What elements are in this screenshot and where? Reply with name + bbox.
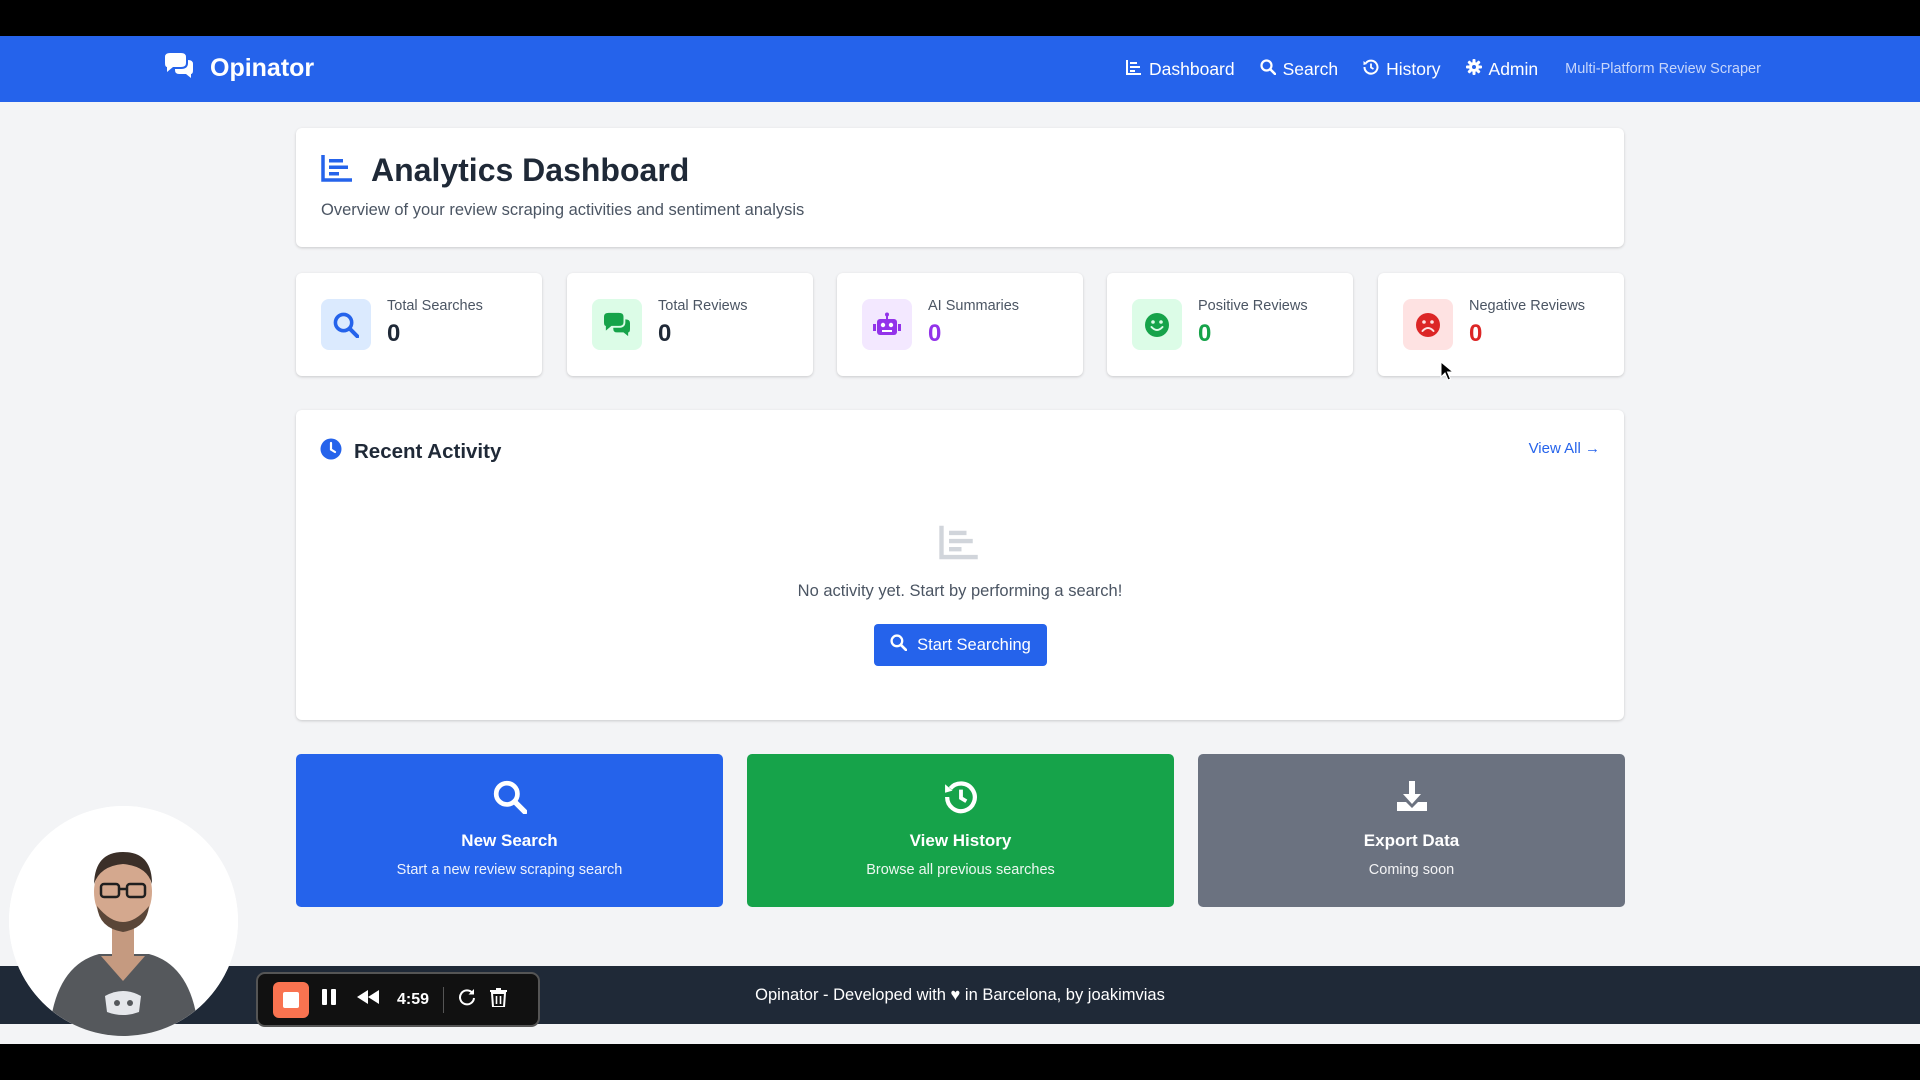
recorder-toolbar: 4:59 [256,972,540,1027]
stat-negative-reviews: Negative Reviews 0 [1378,273,1624,376]
start-searching-button[interactable]: Start Searching [874,624,1047,666]
nav-dashboard-label: Dashboard [1149,58,1235,79]
comments-icon [592,299,642,350]
stat-value: 0 [928,320,942,347]
action-subtitle: Coming soon [1368,862,1455,878]
start-searching-label: Start Searching [917,635,1031,654]
trash-icon [490,987,508,1012]
history-icon [1363,59,1379,80]
nav-admin[interactable]: Admin [1465,58,1539,80]
restart-icon [458,988,476,1011]
empty-state-text: No activity yet. Start by performing a s… [797,582,1123,600]
frown-icon [1403,299,1453,350]
search-icon [890,634,908,656]
stat-label: Negative Reviews [1469,298,1586,314]
stat-label: Total Reviews [658,298,748,314]
download-icon [1198,780,1625,814]
export-data-card[interactable]: Export Data Coming soon [1198,754,1625,907]
search-icon [296,780,723,814]
nav-links: Dashboard Search History Admin Multi-Pla… [1126,36,1761,102]
nav-tagline: Multi-Platform Review Scraper [1565,61,1761,77]
app-window: Opinator Dashboard Search History Admin … [0,36,1920,1044]
stop-record-button[interactable] [273,981,309,1018]
stat-positive-reviews: Positive Reviews 0 [1107,273,1353,376]
stat-total-reviews: Total Reviews 0 [567,273,813,376]
nav-admin-label: Admin [1488,58,1539,79]
pause-icon [321,988,337,1011]
recording-time: 4:59 [397,990,430,1008]
stat-value: 0 [1198,320,1212,347]
page-title: Analytics Dashboard [371,152,690,188]
webcam-avatar [9,806,238,1036]
nav-history[interactable]: History [1363,58,1441,80]
stat-label: Total Searches [387,298,483,314]
rewind-icon [357,990,379,1009]
recent-activity-card: Recent Activity View All → No activity y… [296,410,1624,720]
gear-icon [1465,58,1482,80]
stat-label: AI Summaries [928,298,1020,314]
action-title: Export Data [1363,831,1460,850]
stat-label: Positive Reviews [1198,298,1308,314]
nav-history-label: History [1386,58,1441,79]
action-subtitle: Browse all previous searches [866,862,1055,878]
footer-text: Opinator - Developed with ♥ in Barcelona… [755,985,1165,1004]
pause-button[interactable] [321,988,337,1011]
search-icon [1260,58,1276,80]
recent-activity-title: Recent Activity [354,439,502,463]
smile-icon [1132,299,1182,350]
comments-icon [162,52,196,85]
delete-button[interactable] [490,987,508,1012]
brand-name: Opinator [210,54,315,82]
header-card: Analytics Dashboard Overview of your rev… [296,128,1624,247]
nav-search[interactable]: Search [1260,59,1338,80]
clock-icon [320,438,342,465]
view-history-card[interactable]: View History Browse all previous searche… [747,754,1174,907]
search-icon [321,299,371,350]
action-title: New Search [461,831,558,850]
chart-icon [939,524,979,565]
brand[interactable]: Opinator [162,52,314,85]
navbar: Opinator Dashboard Search History Admin … [0,36,1920,102]
new-search-card[interactable]: New Search Start a new review scraping s… [296,754,723,907]
history-icon [747,780,1174,814]
stat-value: 0 [1469,320,1483,347]
restart-button[interactable] [458,988,476,1011]
nav-dashboard[interactable]: Dashboard [1126,59,1235,80]
chart-icon [1126,59,1142,80]
divider [443,986,445,1013]
stat-value: 0 [658,320,672,347]
stat-total-searches: Total Searches 0 [296,273,542,376]
rewind-button[interactable] [357,990,379,1009]
view-all-link[interactable]: View All → [1529,440,1600,457]
nav-search-label: Search [1282,58,1339,79]
action-title: View History [909,831,1012,850]
page-subtitle: Overview of your review scraping activit… [321,201,805,219]
stat-value: 0 [387,320,401,347]
stat-ai-summaries: AI Summaries 0 [837,273,1083,376]
mouse-cursor-icon [1440,360,1455,387]
chart-icon [321,154,353,187]
stop-icon [283,991,299,1008]
robot-icon [862,299,912,350]
action-subtitle: Start a new review scraping search [396,862,623,878]
